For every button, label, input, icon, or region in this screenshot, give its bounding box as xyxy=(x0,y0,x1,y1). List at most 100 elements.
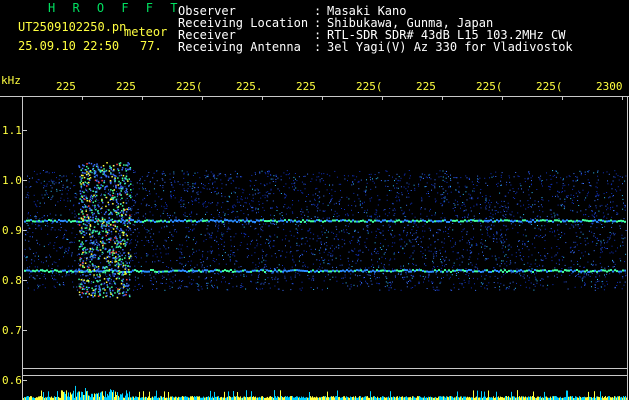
noise-pixel xyxy=(272,181,274,182)
noise-pixel xyxy=(120,199,122,201)
noise-pixel xyxy=(116,262,118,264)
noise-pixel xyxy=(164,181,166,183)
noise-pixel xyxy=(597,170,599,172)
noise-pixel xyxy=(538,252,540,254)
noise-pixel xyxy=(165,253,167,255)
noise-pixel xyxy=(304,175,306,177)
burst-pixel xyxy=(88,188,91,190)
noise-pixel xyxy=(277,177,279,179)
noise-pixel xyxy=(329,193,330,194)
noise-pixel xyxy=(519,252,521,254)
noise-pixel xyxy=(327,287,328,289)
noise-pixel xyxy=(224,213,226,215)
noise-pixel xyxy=(386,199,388,201)
noise-pixel xyxy=(378,258,380,260)
noise-pixel xyxy=(46,183,48,185)
signal-trace-pixel xyxy=(566,269,568,272)
signal-trace-pixel xyxy=(430,270,432,273)
signal-trace-pixel xyxy=(184,270,186,272)
noise-pixel xyxy=(463,210,464,212)
noise-pixel xyxy=(604,226,606,228)
noise-pixel xyxy=(362,228,364,230)
noise-pixel xyxy=(356,241,358,243)
signal-trace-pixel xyxy=(402,269,404,272)
noise-pixel xyxy=(250,243,251,245)
noise-pixel xyxy=(364,210,366,212)
noise-pixel xyxy=(460,177,462,179)
noise-pixel xyxy=(596,215,598,217)
noise-pixel xyxy=(440,202,442,204)
noise-pixel xyxy=(329,184,330,186)
noise-pixel xyxy=(489,236,491,238)
signal-trace-pixel xyxy=(206,269,208,272)
noise-pixel xyxy=(278,250,280,251)
noise-pixel xyxy=(277,281,279,283)
noise-pixel xyxy=(547,276,549,278)
noise-pixel xyxy=(323,227,325,229)
noise-pixel xyxy=(456,273,458,274)
burst-pixel xyxy=(89,224,92,226)
noise-pixel xyxy=(176,248,178,250)
burst-pixel xyxy=(108,238,110,240)
noise-pixel xyxy=(625,175,627,177)
noise-pixel xyxy=(437,192,439,194)
noise-pixel xyxy=(291,204,293,206)
burst-pixel xyxy=(82,285,85,287)
noise-pixel xyxy=(211,284,213,286)
signal-trace-pixel xyxy=(28,219,30,222)
noise-pixel xyxy=(271,207,273,209)
burst-pixel xyxy=(113,252,115,254)
burst-pixel xyxy=(91,209,93,212)
burst-pixel xyxy=(109,253,111,255)
noise-pixel xyxy=(607,213,609,215)
signal-trace-pixel xyxy=(260,269,262,271)
noise-pixel xyxy=(122,188,124,190)
signal-trace-pixel xyxy=(132,219,134,222)
signal-trace-pixel xyxy=(404,219,406,222)
burst-pixel xyxy=(114,264,116,267)
noise-pixel xyxy=(212,182,214,184)
noise-pixel xyxy=(274,185,276,186)
noise-pixel xyxy=(595,264,597,266)
noise-pixel xyxy=(195,282,197,284)
noise-pixel xyxy=(591,231,593,233)
noise-pixel xyxy=(442,193,444,195)
signal-trace-pixel xyxy=(228,270,230,273)
noise-pixel xyxy=(600,286,602,288)
noise-pixel xyxy=(170,182,172,184)
noise-pixel xyxy=(477,180,478,182)
signal-trace-pixel xyxy=(490,219,492,222)
noise-pixel xyxy=(161,205,163,207)
noise-pixel xyxy=(301,228,303,230)
noise-pixel xyxy=(256,239,258,241)
noise-pixel xyxy=(418,185,420,187)
noise-pixel xyxy=(509,181,511,183)
noise-pixel xyxy=(66,186,68,188)
noise-pixel xyxy=(228,222,230,224)
signal-trace-pixel xyxy=(498,270,500,273)
signal-trace-pixel xyxy=(266,269,268,272)
noise-pixel xyxy=(542,278,544,280)
noise-pixel xyxy=(232,206,233,208)
signal-trace-pixel xyxy=(62,220,64,223)
noise-pixel xyxy=(509,282,511,284)
noise-pixel xyxy=(190,264,191,266)
signal-trace-pixel xyxy=(222,270,224,273)
noise-pixel xyxy=(148,242,150,243)
noise-pixel xyxy=(570,251,572,252)
signal-trace-pixel xyxy=(32,269,34,272)
noise-pixel xyxy=(582,189,584,191)
noise-pixel xyxy=(375,178,377,180)
signal-trace-pixel xyxy=(436,270,438,273)
noise-pixel xyxy=(428,280,430,282)
noise-pixel xyxy=(428,273,430,275)
noise-pixel xyxy=(110,280,112,282)
noise-pixel xyxy=(592,222,594,224)
noise-pixel xyxy=(480,229,482,231)
noise-pixel xyxy=(280,217,281,219)
signal-trace-pixel xyxy=(138,219,140,222)
noise-pixel xyxy=(408,239,410,241)
noise-pixel xyxy=(335,226,337,228)
noise-pixel xyxy=(493,282,495,283)
noise-pixel xyxy=(263,267,265,269)
